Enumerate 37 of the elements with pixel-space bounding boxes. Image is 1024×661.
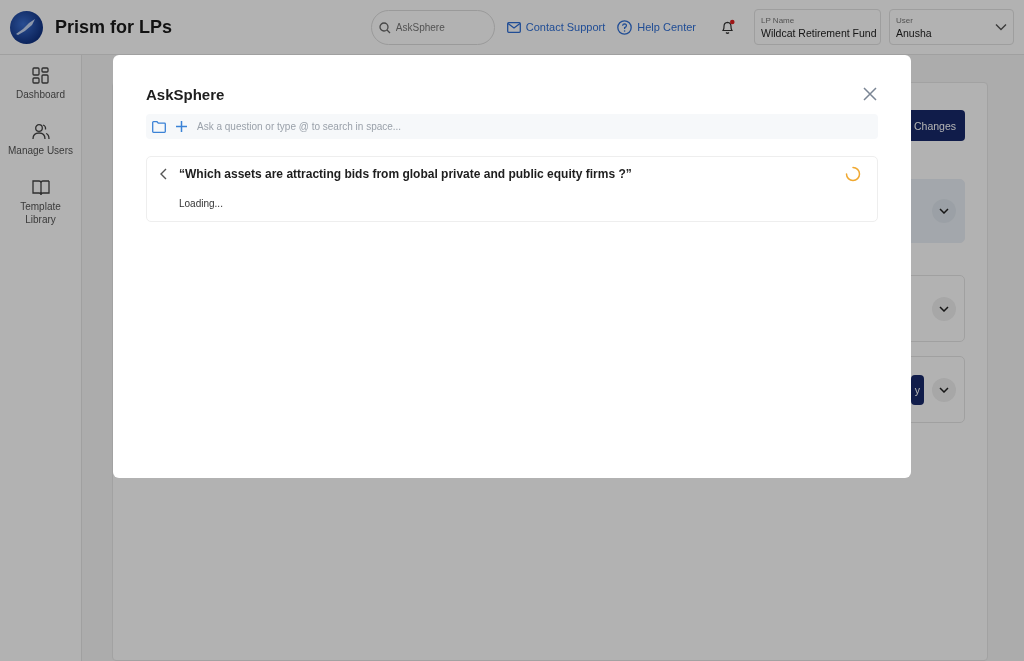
- users-icon: [31, 123, 50, 140]
- help-center-link[interactable]: Help Center: [617, 19, 696, 35]
- lp-select[interactable]: LP Name Wildcat Retirement Fund: [754, 9, 881, 45]
- nav-item[interactable]: Manage Users: [7, 123, 74, 157]
- dialog-title: AskSphere: [146, 85, 225, 103]
- logo-icon: [10, 10, 43, 44]
- nav-item[interactable]: Template Library: [7, 179, 74, 226]
- field-label: LP Name: [761, 15, 796, 25]
- search-field[interactable]: AskSphere: [370, 9, 495, 45]
- mail-icon: [506, 21, 521, 33]
- chevron-down-icon: [939, 208, 949, 214]
- folder-icon: [152, 120, 166, 133]
- plus-icon: [176, 121, 187, 132]
- field-label: User: [896, 15, 914, 25]
- close-icon: [863, 87, 877, 101]
- expand-button[interactable]: [932, 199, 956, 223]
- close-button[interactable]: [861, 85, 879, 103]
- status-text: Loading...: [179, 198, 224, 209]
- chevron-down-icon: [939, 305, 949, 312]
- nav-item[interactable]: Dashboard: [7, 67, 74, 101]
- question-bar[interactable]: Ask a question or type @ to search in space...: [146, 114, 878, 139]
- user-select[interactable]: User Anusha: [889, 9, 1014, 45]
- expand-button[interactable]: [932, 377, 956, 402]
- app-title: Prism for LPs: [55, 16, 173, 38]
- field-value: Wildcat Retirement Fund: [761, 26, 877, 39]
- contact-support-link[interactable]: Contact Support: [506, 21, 606, 33]
- book-icon: [31, 179, 50, 196]
- back-icon: [159, 168, 167, 180]
- question-field[interactable]: Ask a question or type @ to search in space...: [197, 121, 872, 132]
- help-icon: [617, 19, 633, 35]
- chevron-down-icon: [939, 386, 949, 393]
- grid-icon: [31, 67, 50, 84]
- chevron-down-icon: [995, 23, 1007, 31]
- field-value: Anusha: [896, 26, 932, 39]
- question-text: “Which assets are attracting bids from global private and public equity firms ?”: [179, 167, 633, 181]
- expand-button[interactable]: [932, 296, 956, 321]
- search-icon: [378, 21, 391, 34]
